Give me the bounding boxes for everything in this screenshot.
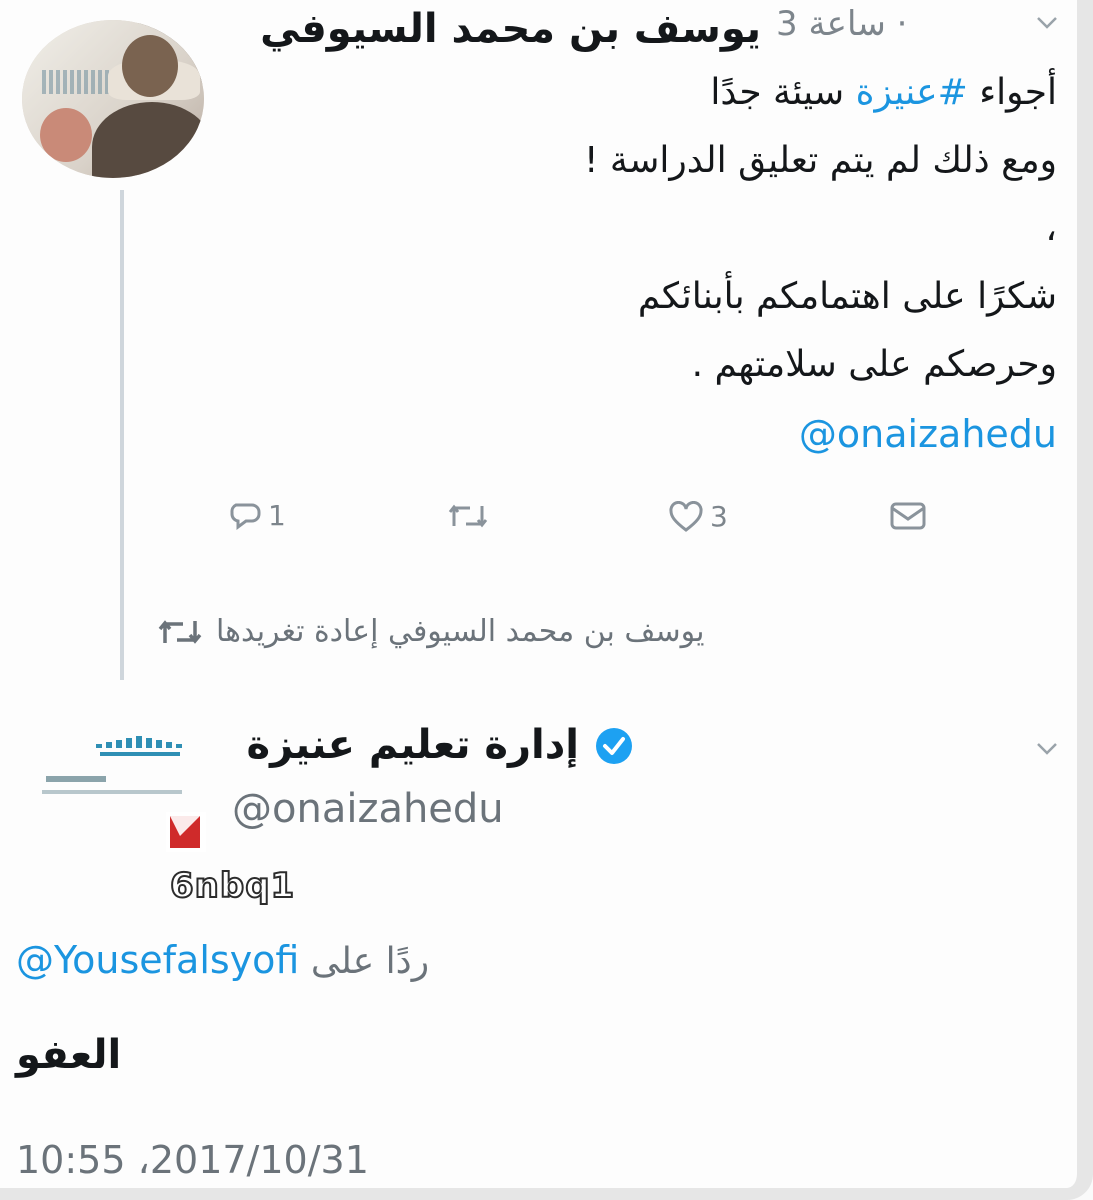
replying-to-label: ردًا على [310, 941, 430, 982]
mention-link[interactable]: @onaizahedu [799, 412, 1057, 456]
tweet-text-segment: سيئة جدًا [710, 72, 856, 113]
retweet-button[interactable] [446, 500, 490, 532]
direct-message-icon [890, 502, 926, 530]
like-count: 3 [710, 500, 728, 533]
ministry-logo [42, 736, 206, 852]
tweet-text-line-3: ، [1045, 208, 1057, 249]
avatar[interactable] [22, 20, 204, 178]
replying-to-handle[interactable]: @Yousefalsyofi [16, 938, 299, 982]
tweet-timestamp[interactable]: 10:55 ،2017/10/31 [16, 1138, 369, 1182]
replying-to: @Yousefalsyofi ردًا على [16, 938, 429, 982]
direct-message-button[interactable] [888, 500, 928, 532]
reply-icon [230, 503, 261, 530]
tweet-author-name[interactable]: يوسف بن محمد السيوفي [260, 6, 761, 52]
tweet-text-line-1: أجواء #عنيزة سيئة جدًا [710, 72, 1057, 113]
tweet-text: العفو [16, 1032, 122, 1078]
chevron-down-icon[interactable] [1036, 16, 1058, 30]
verified-badge-icon [596, 728, 632, 764]
tweet-author-handle[interactable]: @onaizahedu [232, 786, 504, 832]
chevron-down-icon[interactable] [1036, 742, 1058, 756]
tweet-time-ago[interactable]: 3 ساعة · [776, 4, 907, 44]
retweet-icon [448, 504, 488, 528]
reply-count: 1 [268, 498, 286, 532]
tweet-text-segment: أجواء [967, 72, 1057, 113]
tweet-text-line-5: وحرصكم على سلامتهم . [691, 344, 1057, 385]
retweet-context-text: يوسف بن محمد السيوفي إعادة تغريدها [216, 614, 705, 649]
like-button[interactable]: 3 [668, 500, 728, 533]
thread-line [120, 190, 124, 680]
hashtag-link[interactable]: #عنيزة [856, 72, 968, 113]
reply-button[interactable]: 1 [228, 498, 286, 532]
retweet-context[interactable]: يوسف بن محمد السيوفي إعادة تغريدها [156, 614, 704, 649]
tweet-text-line-4: شكرًا على اهتمامكم بأبنائكم [637, 276, 1057, 317]
tweet-text-line-2: ومع ذلك لم يتم تعليق الدراسة ! [584, 140, 1057, 181]
tweet-author-name[interactable]: إدارة تعليم عنيزة [246, 722, 579, 768]
avatar[interactable] [16, 718, 216, 868]
watermark-text: 6nbq1 [169, 865, 296, 907]
retweet-icon [158, 619, 202, 644]
like-icon [669, 500, 703, 532]
time-ago-text: 3 ساعة [776, 4, 886, 44]
